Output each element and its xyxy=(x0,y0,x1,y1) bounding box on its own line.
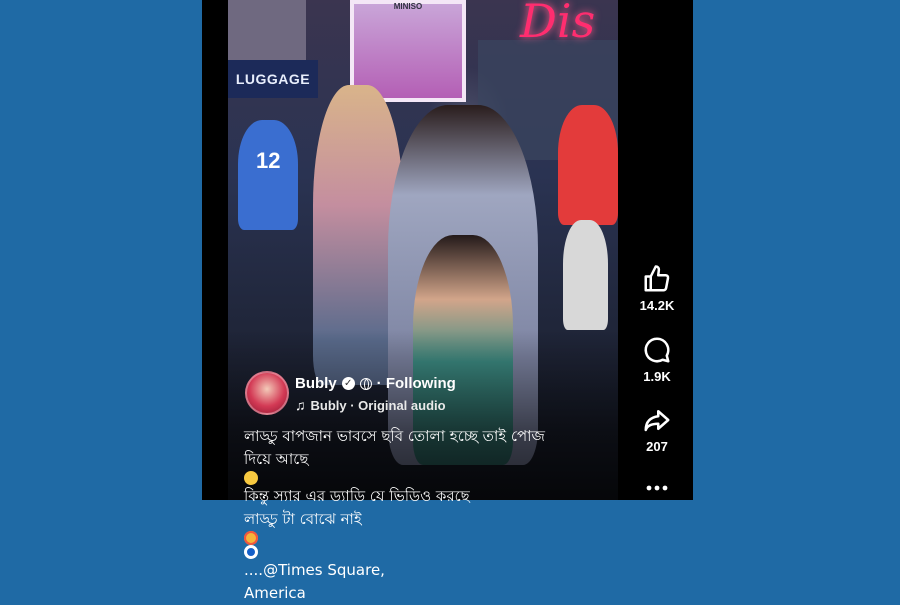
share-count: 207 xyxy=(646,439,668,454)
author-line: Bubly ✓ · Following xyxy=(295,375,456,392)
person-blue-jersey xyxy=(238,120,298,230)
thumbs-up-icon xyxy=(642,264,672,294)
caption-fragment: ....@Times Square, xyxy=(244,561,385,579)
comment-action: 1.9K xyxy=(627,335,687,384)
person-shorts xyxy=(563,220,608,330)
share-action: 207 xyxy=(627,405,687,454)
caption-fragment: কিন্তু স্যার এর ড্যাডি যে ভিডিও করছে xyxy=(244,487,470,505)
nazar-emoji-icon xyxy=(244,545,258,559)
more-options-button[interactable] xyxy=(645,484,669,492)
person-red-shirt xyxy=(558,105,618,225)
billboard-label: MINISO xyxy=(393,2,423,11)
comment-count: 1.9K xyxy=(643,369,671,384)
comment-bubble-icon xyxy=(642,335,672,365)
heart-eyes-emoji-icon xyxy=(244,531,258,545)
grinning-sweat-emoji-icon xyxy=(244,471,258,485)
like-count: 14.2K xyxy=(639,298,675,313)
share-button[interactable]: 207 xyxy=(642,405,672,454)
author-avatar[interactable] xyxy=(245,371,289,415)
audio-line[interactable]: ♫ Bubly · Original audio xyxy=(295,397,446,413)
more-dots-icon xyxy=(645,484,669,492)
audio-label: Bubly · Original audio xyxy=(310,397,446,413)
caption-line: লাড্ডু টা বোঝে নাই ....@Times Square, xyxy=(244,508,604,582)
more-action xyxy=(627,484,687,492)
caption-line: দিয়ে আছে কিন্তু স্যার এর ড্যাডি যে ভিডি… xyxy=(244,448,604,508)
comment-button[interactable]: 1.9K xyxy=(642,335,672,384)
background-sign xyxy=(228,0,306,60)
follow-status[interactable]: · Following xyxy=(377,375,456,392)
like-action: 14.2K xyxy=(627,264,687,313)
globe-icon xyxy=(359,377,372,390)
jersey-number: 12 xyxy=(256,148,281,173)
share-arrow-icon xyxy=(642,405,672,435)
luggage-sign: LUGGAGE xyxy=(228,60,318,98)
post-caption: লাড্ডু বাপজান ভাবসে ছবি তোলা হচ্ছে তাই প… xyxy=(244,425,604,605)
caption-fragment: দিয়ে আছে xyxy=(244,450,309,468)
storefront-sign: Dis xyxy=(520,0,596,48)
caption-line: লাড্ডু বাপজান ভাবসে ছবি তোলা হচ্ছে তাই প… xyxy=(244,427,545,445)
like-button[interactable]: 14.2K xyxy=(639,264,675,313)
caption-fragment: লাড্ডু টা বোঝে নাই xyxy=(244,510,362,528)
author-name[interactable]: Bubly xyxy=(295,375,337,392)
verified-icon: ✓ xyxy=(341,377,355,390)
music-note-icon: ♫ xyxy=(295,397,306,413)
caption-line: America xyxy=(244,584,306,602)
